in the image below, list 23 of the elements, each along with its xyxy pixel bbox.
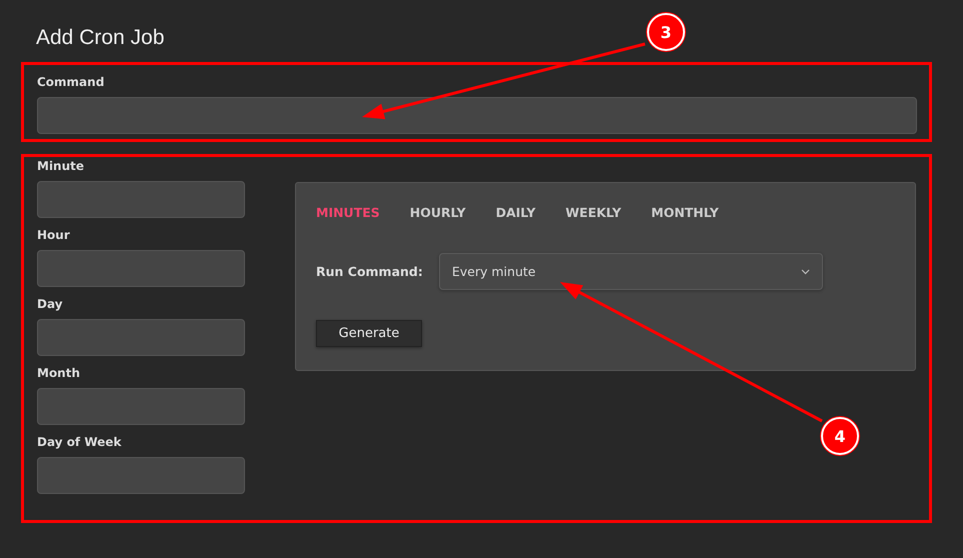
input-field[interactable] xyxy=(37,97,917,134)
field-label: Command xyxy=(37,75,106,89)
callout-badge: 3 xyxy=(647,13,685,51)
input-field[interactable] xyxy=(37,457,245,494)
input-field[interactable] xyxy=(37,388,245,425)
input-field[interactable] xyxy=(37,250,245,287)
tab[interactable]: HOURLY xyxy=(410,203,466,222)
tab[interactable]: WEEKLY xyxy=(566,203,622,222)
field-label: Day xyxy=(37,297,64,311)
field-label: Day of Week xyxy=(37,435,122,449)
field-label: Hour xyxy=(37,228,71,242)
generate-button[interactable]: Generate xyxy=(316,320,422,347)
field-label: Run Command: xyxy=(316,264,424,279)
tab[interactable]: DAILY xyxy=(496,203,536,222)
callout-badge: 4 xyxy=(821,417,859,455)
page-title: Add Cron Job xyxy=(36,26,164,50)
field-label: Minute xyxy=(37,159,86,173)
tab[interactable]: MONTHLY xyxy=(651,203,719,222)
chevron-down-icon xyxy=(801,268,810,274)
dropdown[interactable]: Every minute xyxy=(439,253,823,290)
field-label: Month xyxy=(37,366,82,380)
input-field[interactable] xyxy=(37,181,245,218)
input-field[interactable] xyxy=(37,319,245,356)
